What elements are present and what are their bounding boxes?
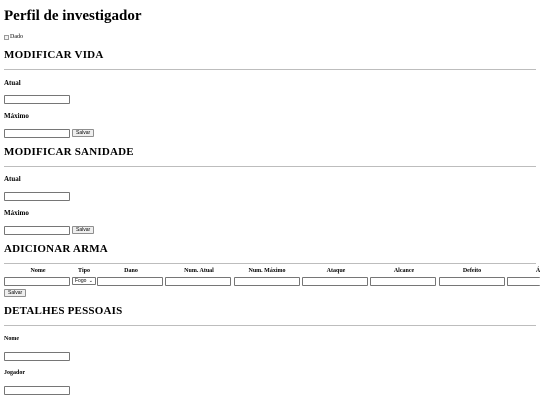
divider — [4, 263, 536, 264]
page-title: Perfil de investigador — [4, 8, 142, 24]
sanidade-maximo-label: Máximo — [4, 209, 29, 217]
arma-num-atual-input[interactable] — [165, 277, 231, 286]
vida-maximo-input[interactable] — [4, 129, 70, 138]
arma-ataque-input[interactable] — [302, 277, 368, 286]
arma-dano-input[interactable] — [97, 277, 163, 286]
column-header-num-atual: Num. Atual — [184, 268, 214, 274]
detalhes-jogador-label: Jogador — [4, 370, 25, 376]
detalhes-nome-input[interactable] — [4, 352, 70, 361]
vida-maximo-label: Máximo — [4, 112, 29, 120]
arma-tipo-selected: Fogo — [75, 278, 87, 284]
arma-num-maximo-input[interactable] — [234, 277, 300, 286]
column-header-alcance: Alcance — [393, 268, 415, 274]
arma-save-button[interactable]: Salvar — [4, 289, 27, 297]
arma-tipo-select[interactable]: Fogo ⌄ — [72, 277, 96, 285]
detalhes-nome-label: Nome — [4, 336, 19, 342]
sanidade-heading: MODIFICAR SANIDADE — [4, 146, 134, 158]
divider — [4, 166, 536, 167]
sanidade-atual-label: Atual — [4, 175, 21, 183]
arma-heading: ADICIONAR ARMA — [4, 243, 108, 255]
vida-heading: MODIFICAR VIDA — [4, 49, 104, 61]
divider — [4, 325, 536, 326]
column-header-area: Á — [535, 268, 540, 274]
column-header-tipo: Tipo — [78, 268, 90, 274]
vida-atual-input[interactable] — [4, 95, 70, 104]
vida-save-button[interactable]: Salvar — [72, 129, 95, 137]
detalhes-jogador-input[interactable] — [4, 386, 70, 395]
column-header-nome: Nome — [30, 268, 46, 274]
column-header-defeito: Defeito — [462, 268, 482, 274]
broken-image-icon — [4, 34, 9, 40]
column-header-ataque: Ataque — [326, 268, 346, 274]
vida-atual-label: Atual — [4, 79, 21, 87]
arma-nome-input[interactable] — [4, 277, 70, 286]
divider — [4, 69, 536, 70]
column-header-num-maximo: Num. Máximo — [248, 268, 286, 274]
column-header-dano: Dano — [124, 268, 138, 274]
sanidade-atual-input[interactable] — [4, 192, 70, 201]
arma-alcance-input[interactable] — [370, 277, 436, 286]
dice-image: Dado — [4, 34, 23, 40]
sanidade-maximo-input[interactable] — [4, 226, 70, 235]
arma-area-input[interactable] — [507, 277, 540, 286]
detalhes-heading: DETALHES PESSOAIS — [4, 305, 123, 317]
dice-image-alt-text: Dado — [10, 34, 23, 40]
chevron-down-icon: ⌄ — [88, 278, 93, 284]
sanidade-save-button[interactable]: Salvar — [72, 226, 95, 234]
arma-defeito-input[interactable] — [439, 277, 505, 286]
